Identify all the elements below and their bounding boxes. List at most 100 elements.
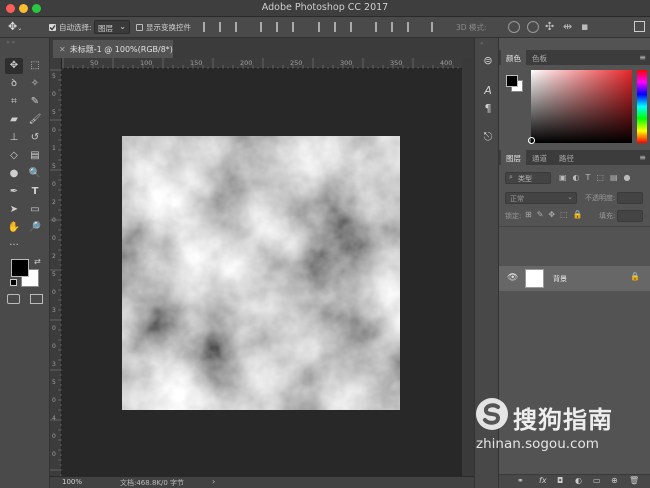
adjustment-layer-icon[interactable]: ◐ [575,476,582,485]
pen-tool[interactable]: ✒ [5,184,23,200]
distribute-top-icon[interactable] [318,22,327,32]
3d-pan-icon[interactable]: ✣ [545,20,554,33]
distribute-left-icon[interactable] [375,22,384,32]
move-tool-preset-icon[interactable]: ✥⌄ [8,20,30,34]
lasso-tool[interactable]: ꝺ [5,76,23,92]
collapse-arrows-icon[interactable]: « » [6,40,44,46]
document-tab[interactable]: ✕ 未标题-1 @ 100%(RGB/8*) [53,40,173,58]
vertical-ruler[interactable]: 5 0 5 0 1 5 0 2 0 0 2 5 0 3 0 0 3 5 0 4 0 0 [50,58,62,486]
quick-mask-icon[interactable] [7,294,20,304]
opacity-input[interactable] [617,192,643,204]
swap-colors-icon[interactable]: ⇄ [34,257,41,266]
eye-icon[interactable]: 👁 [507,273,518,283]
crop-tool[interactable]: ⌗ [5,94,23,110]
type-tool[interactable]: T [26,184,44,200]
ruler-label: 4 [52,415,56,422]
history-panel-icon[interactable]: ⎋ [481,130,495,144]
blend-mode-value: 正常 [510,195,524,203]
ruler-label: 0 [52,325,56,332]
marquee-tool[interactable]: ⬚ [26,58,44,74]
close-tab-icon[interactable]: ✕ [59,45,66,54]
horizontal-ruler-ticks: 50100150200250300350400450 [62,58,502,69]
tab-layers[interactable]: 图层 [501,150,526,165]
paragraph-panel-icon[interactable]: ¶ [481,102,495,116]
align-right-icon[interactable] [292,22,301,32]
horizontal-ruler[interactable]: 50100150200250300350400450 [62,58,502,69]
tab-channels[interactable]: 通道 [527,150,552,165]
panel-menu-icon[interactable]: ≡ [639,153,646,162]
tab-swatches[interactable]: 色板 [527,50,552,65]
show-transform-checkbox[interactable] [136,24,143,31]
auto-select-checkbox[interactable] [49,24,56,31]
align-vcenter-icon[interactable] [219,22,228,32]
rectangle-tool[interactable]: ▭ [26,202,44,218]
add-mask-icon[interactable]: ◘ [557,476,563,485]
eraser-tool[interactable]: ◇ [5,148,23,164]
link-layers-icon[interactable]: ⚭ [517,476,524,485]
divider [499,226,650,227]
magic-wand-tool[interactable]: ✧ [26,76,44,92]
status-menu-arrow-icon[interactable]: › [212,477,215,486]
3d-roll-icon[interactable] [527,21,539,33]
blend-mode-dropdown[interactable]: 正常 ⌄ [505,192,577,204]
new-group-icon[interactable]: ▭ [593,476,601,485]
auto-align-icon[interactable] [431,22,440,32]
fill-input[interactable] [617,210,643,222]
clone-stamp-tool[interactable]: ⊥ [5,130,23,146]
blur-tool[interactable]: ● [5,166,23,182]
edit-toolbar-icon[interactable]: ··· [5,238,23,254]
3d-slide-icon[interactable]: ⇹ [563,20,572,33]
layer-style-icon[interactable]: fx [539,476,547,485]
libraries-icon[interactable]: ⊜ [481,54,495,68]
distribute-bottom-icon[interactable] [350,22,359,32]
ruler-label: 200 [240,59,252,67]
panel-menu-icon[interactable]: ≡ [639,53,646,62]
distribute-vcenter-icon[interactable] [334,22,343,32]
default-colors-icon[interactable] [10,279,17,286]
collapse-arrows-icon[interactable]: « [480,41,494,47]
zoom-level[interactable]: 100% [62,478,82,486]
character-panel-icon[interactable]: A [481,84,495,98]
watermark-brand: 搜狗指南 [513,406,613,434]
new-layer-icon[interactable]: ⊕ [611,476,618,485]
brush-tool[interactable]: 🖌 [26,112,44,128]
layer-row-background[interactable]: 👁 背景 🔒 [499,266,650,291]
screen-mode-icon[interactable] [30,294,43,304]
gradient-tool[interactable]: ▤ [26,148,44,164]
lock-icons[interactable]: ⊞✎✥⬚🔒 [525,210,595,220]
tab-paths[interactable]: 路径 [554,150,579,165]
delete-layer-icon[interactable]: 🗑 [629,476,639,485]
hue-slider[interactable] [637,70,647,143]
tab-color[interactable]: 颜色 [501,50,526,65]
move-tool[interactable]: ✥ [5,58,23,74]
foreground-color-swatch[interactable] [11,259,29,277]
color-field[interactable] [528,70,632,144]
auto-select-dropdown[interactable]: 图层 ⌄ [94,20,130,34]
color-fg-swatch[interactable] [506,75,518,87]
ruler-label: 3 [52,361,56,368]
align-bottom-icon[interactable] [235,22,244,32]
dodge-tool[interactable]: 🔍 [26,166,44,182]
distribute-hcenter-icon[interactable] [391,22,400,32]
align-left-icon[interactable] [260,22,269,32]
tools-panel: « » ✥ ⬚ ꝺ ✧ ⌗ ✎ ▰ 🖌 ⊥ ↺ ◇ ▤ ● 🔍 ✒ T ➤ ▭ … [0,38,50,488]
layer-kind-filter[interactable]: ⌕ 类型 [505,172,551,184]
vertical-scrollbar[interactable] [462,58,474,476]
3d-rotate-icon[interactable] [508,21,520,33]
history-brush-tool[interactable]: ↺ [26,130,44,146]
3d-mode-label: 3D 模式: [456,23,487,32]
distribute-right-icon[interactable] [407,22,416,32]
eyedropper-tool[interactable]: ✎ [26,94,44,110]
path-selection-tool[interactable]: ➤ [5,202,23,218]
layer-filter-icons[interactable]: ▣◐T⬚▤● [559,173,643,183]
hand-tool[interactable]: ✋ [5,220,23,236]
document-canvas[interactable] [122,136,400,410]
lock-icon: 🔒 [630,272,640,281]
healing-brush-tool[interactable]: ▰ [5,112,23,128]
3d-scale-icon[interactable]: ▪ [581,20,588,33]
color-picker-handle[interactable] [528,137,535,144]
align-top-icon[interactable] [203,22,212,32]
workspace-icon[interactable] [634,21,645,32]
zoom-tool[interactable]: 🔎 [26,220,44,236]
align-hcenter-icon[interactable] [276,22,285,32]
